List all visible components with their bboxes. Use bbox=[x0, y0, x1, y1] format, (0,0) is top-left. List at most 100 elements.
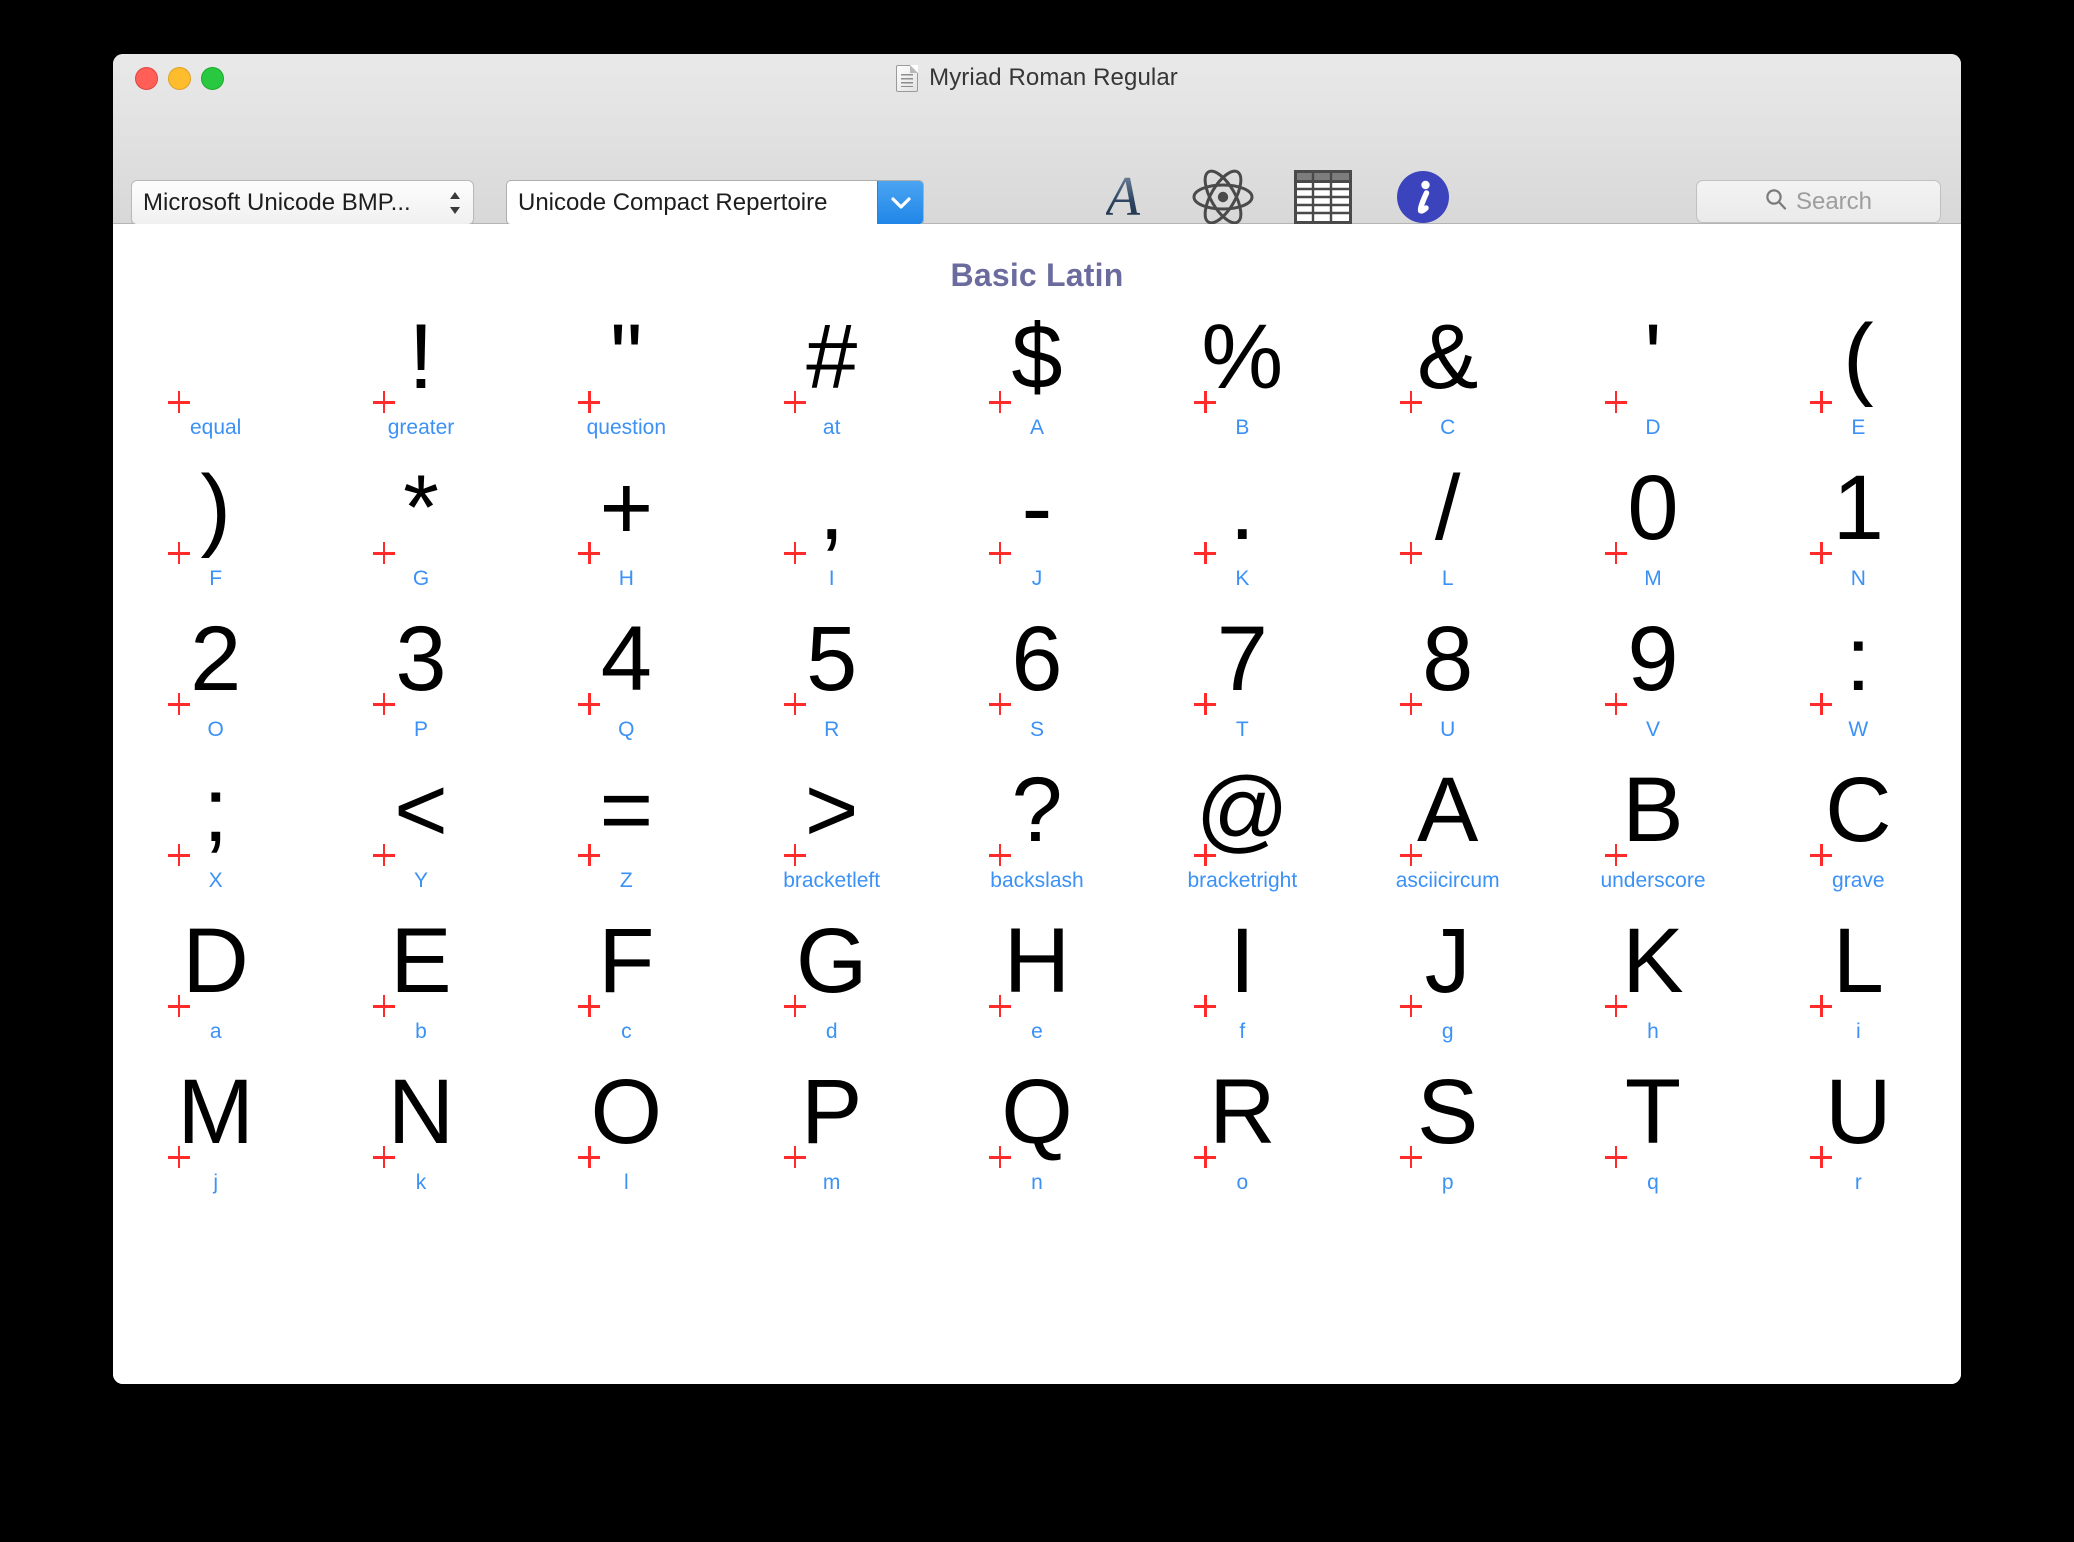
character-cell[interactable]: ; X bbox=[113, 753, 318, 904]
character-cell[interactable]: Ro bbox=[1140, 1055, 1345, 1206]
character-cell[interactable]: Aasciicircum bbox=[1345, 753, 1550, 904]
character-name-label: l bbox=[623, 1171, 629, 1194]
character-glyph: : bbox=[1845, 608, 1872, 710]
character-cell[interactable]: Fc bbox=[524, 904, 729, 1055]
origin-cross-icon bbox=[1399, 995, 1422, 1017]
character-cell[interactable]: Gd bbox=[729, 904, 934, 1055]
character-cell[interactable]: % B bbox=[1140, 300, 1345, 451]
search-icon bbox=[1765, 188, 1787, 215]
minimize-button[interactable] bbox=[168, 67, 191, 90]
character-cell[interactable]: -J bbox=[934, 451, 1139, 602]
character-glyph: + bbox=[599, 457, 654, 559]
character-cell[interactable]: @ bracketright bbox=[1140, 753, 1345, 904]
character-cell[interactable]: ' D bbox=[1550, 300, 1755, 451]
chevron-down-icon[interactable] bbox=[877, 181, 923, 224]
character-cell[interactable]: ) F bbox=[113, 451, 318, 602]
character-cell[interactable]: Ur bbox=[1756, 1055, 1961, 1206]
character-glyph: 9 bbox=[1627, 608, 1679, 710]
character-cell[interactable]: 3P bbox=[318, 602, 523, 753]
character-cell[interactable]: He bbox=[934, 904, 1139, 1055]
character-cell[interactable]: ? backslash bbox=[934, 753, 1139, 904]
character-glyph: , bbox=[818, 457, 845, 559]
character-name-label: h bbox=[1647, 1020, 1659, 1043]
character-cell[interactable]: Eb bbox=[318, 904, 523, 1055]
character-name-label: F bbox=[209, 567, 223, 590]
character-cell[interactable]: 9V bbox=[1550, 602, 1755, 753]
character-cell[interactable]: 7T bbox=[1140, 602, 1345, 753]
character-glyph: ) bbox=[200, 457, 231, 559]
character-cell[interactable]: 8U bbox=[1345, 602, 1550, 753]
character-block-combobox[interactable]: Unicode Compact Repertoire bbox=[506, 180, 924, 225]
character-name-label: at bbox=[822, 416, 841, 439]
character-cell[interactable]: Da bbox=[113, 904, 318, 1055]
character-name-label: r bbox=[1854, 1171, 1862, 1194]
updown-chevron-icon bbox=[448, 189, 462, 217]
character-name-label: D bbox=[1645, 416, 1661, 439]
character-name-label: greater bbox=[387, 416, 455, 439]
character-name-label: O bbox=[207, 718, 224, 741]
character-cell[interactable]: + H bbox=[524, 451, 729, 602]
character-glyph: 5 bbox=[806, 608, 858, 710]
character-cell[interactable]: ! greater bbox=[318, 300, 523, 451]
character-cell[interactable]: Ol bbox=[524, 1055, 729, 1206]
character-cell[interactable]: :W bbox=[1756, 602, 1961, 753]
character-cell[interactable]: > bracketleft bbox=[729, 753, 934, 904]
character-cell[interactable]: Li bbox=[1756, 904, 1961, 1055]
origin-cross-icon bbox=[1810, 844, 1833, 866]
character-cell[interactable]: Mj bbox=[113, 1055, 318, 1206]
character-cell[interactable]: Tq bbox=[1550, 1055, 1755, 1206]
search-input[interactable]: Search bbox=[1696, 180, 1941, 223]
character-cell[interactable]: / L bbox=[1345, 451, 1550, 602]
character-cell[interactable]: # at bbox=[729, 300, 934, 451]
character-cell[interactable]: " question bbox=[524, 300, 729, 451]
character-cell[interactable]: 5R bbox=[729, 602, 934, 753]
origin-cross-icon bbox=[1810, 391, 1833, 413]
character-glyph: K bbox=[1622, 910, 1684, 1012]
origin-cross-icon bbox=[1399, 1146, 1422, 1168]
origin-cross-icon bbox=[783, 391, 806, 413]
character-cell[interactable]: Cgrave bbox=[1756, 753, 1961, 904]
character-map-value: Microsoft Unicode BMP... bbox=[143, 188, 411, 216]
character-glyph: ; bbox=[202, 759, 229, 861]
character-cell[interactable]: 6S bbox=[934, 602, 1139, 753]
character-cell[interactable]: & C bbox=[1345, 300, 1550, 451]
close-button[interactable] bbox=[135, 67, 158, 90]
origin-cross-icon bbox=[1604, 844, 1627, 866]
character-cell[interactable]: Sp bbox=[1345, 1055, 1550, 1206]
character-name-label: grave bbox=[1832, 869, 1885, 892]
character-glyph: * bbox=[403, 457, 439, 559]
character-glyph: 7 bbox=[1216, 608, 1268, 710]
character-cell[interactable]: Pm bbox=[729, 1055, 934, 1206]
character-cell[interactable]: = Z bbox=[524, 753, 729, 904]
character-glyph: L bbox=[1832, 910, 1884, 1012]
character-cell[interactable]: equal bbox=[113, 300, 318, 451]
origin-cross-icon bbox=[1604, 995, 1627, 1017]
character-map-popup-button[interactable]: Microsoft Unicode BMP... bbox=[131, 180, 474, 225]
character-cell[interactable]: Kh bbox=[1550, 904, 1755, 1055]
character-cell[interactable]: Jg bbox=[1345, 904, 1550, 1055]
character-name-label: U bbox=[1440, 718, 1456, 741]
character-cell[interactable]: $ A bbox=[934, 300, 1139, 451]
character-glyph: Q bbox=[1001, 1061, 1073, 1163]
character-cell[interactable]: ,I bbox=[729, 451, 934, 602]
zoom-button[interactable] bbox=[201, 67, 224, 90]
character-cell[interactable]: Nk bbox=[318, 1055, 523, 1206]
character-cell[interactable]: Qn bbox=[934, 1055, 1139, 1206]
character-cell[interactable]: If bbox=[1140, 904, 1345, 1055]
character-cell[interactable]: .K bbox=[1140, 451, 1345, 602]
origin-cross-icon bbox=[578, 693, 601, 715]
character-cell[interactable]: 1N bbox=[1756, 451, 1961, 602]
character-glyph: A bbox=[1416, 759, 1479, 861]
character-name-label: m bbox=[822, 1171, 841, 1194]
character-glyph: N bbox=[387, 1061, 455, 1163]
character-cell[interactable]: Bunderscore bbox=[1550, 753, 1755, 904]
character-cell[interactable]: 4Q bbox=[524, 602, 729, 753]
character-name-label: C bbox=[1440, 416, 1456, 439]
character-glyph: & bbox=[1416, 306, 1479, 408]
character-cell[interactable]: 0M bbox=[1550, 451, 1755, 602]
character-cell[interactable]: (E bbox=[1756, 300, 1961, 451]
character-cell[interactable]: < Y bbox=[318, 753, 523, 904]
character-cell[interactable]: 2O bbox=[113, 602, 318, 753]
origin-cross-icon bbox=[988, 995, 1011, 1017]
character-cell[interactable]: * G bbox=[318, 451, 523, 602]
